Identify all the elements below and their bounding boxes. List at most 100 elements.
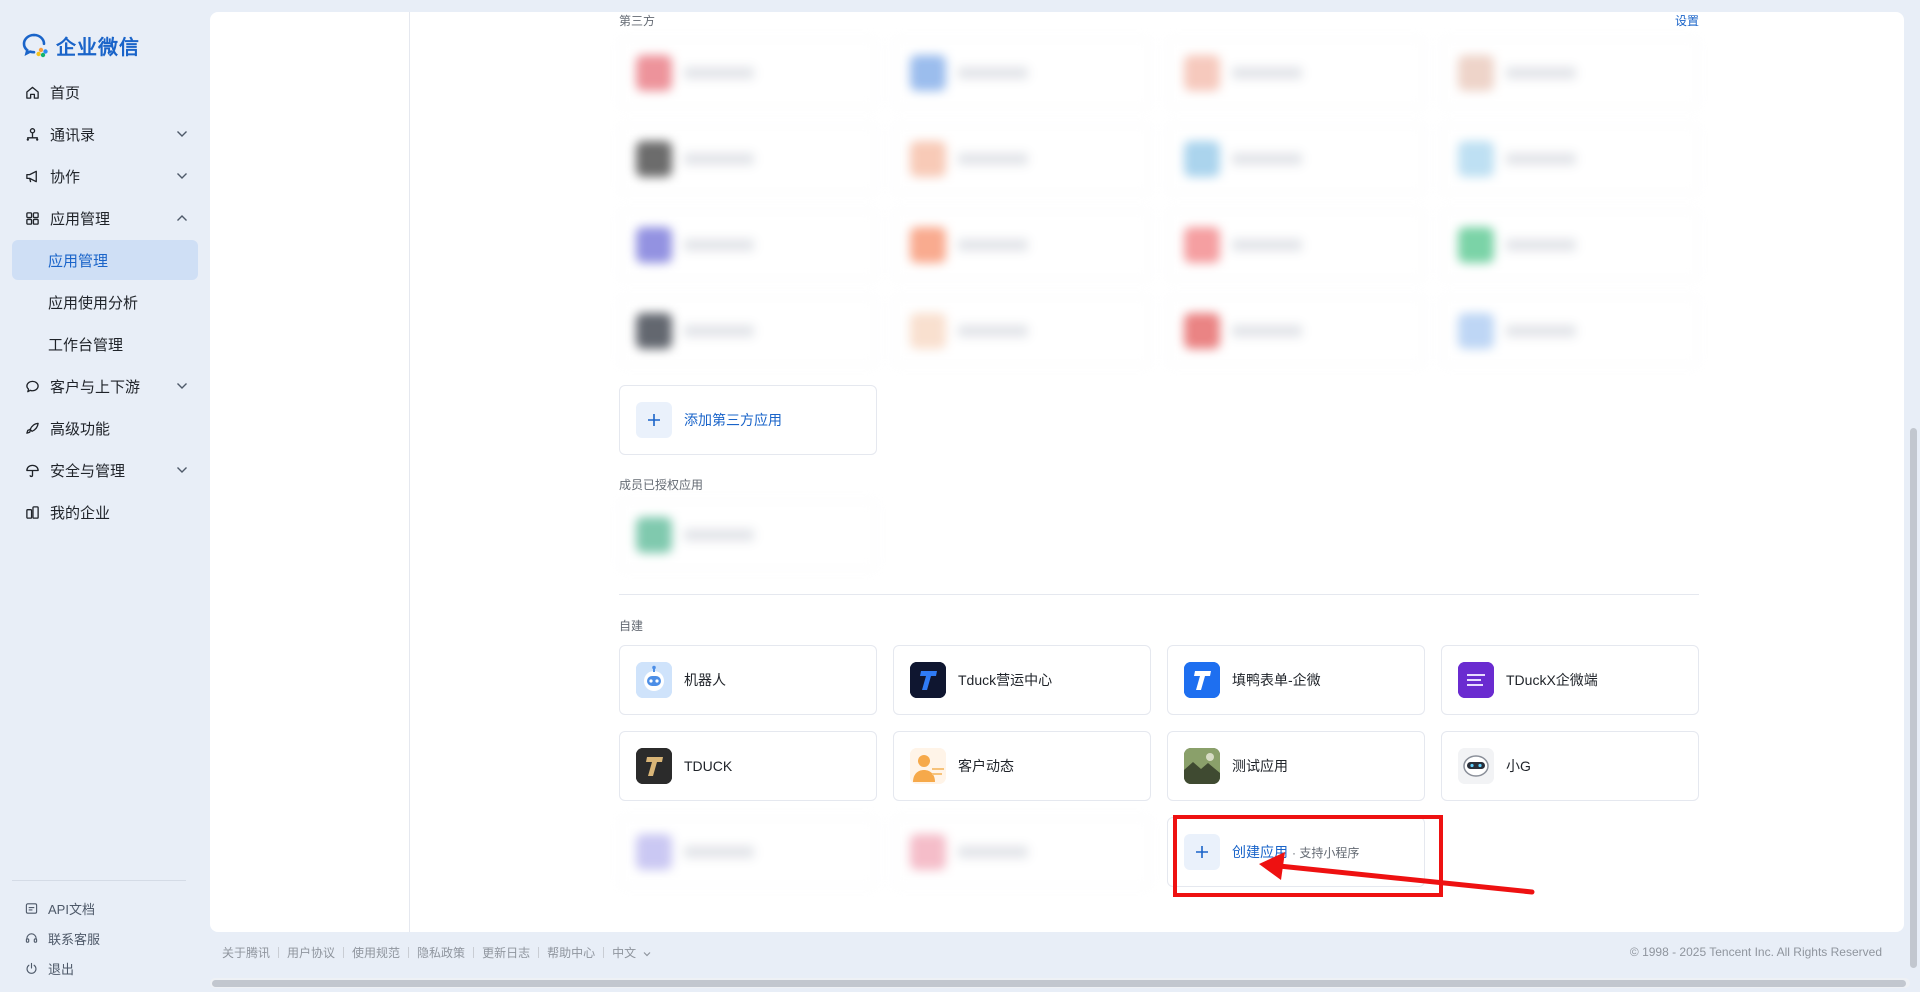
app-card-blurred[interactable] <box>893 124 1151 194</box>
app-card-blurred[interactable] <box>1167 124 1425 194</box>
app-card-blurred[interactable] <box>619 817 877 887</box>
sidebar-item-contacts[interactable]: 通讯录 <box>12 114 198 154</box>
contact-support-label: 联系客服 <box>48 931 101 947</box>
logout-link[interactable]: 退出 <box>12 953 186 983</box>
sidebar-item-customers[interactable]: 客户与上下游 <box>12 366 198 406</box>
app-card-tduck-form[interactable]: 填鸭表单-企微 <box>1167 645 1425 715</box>
section-title-self-built: 自建 <box>619 619 644 633</box>
sidebar-item-label: 高级功能 <box>50 420 111 438</box>
footer-link-user-agreement[interactable]: 用户协议 <box>287 944 335 961</box>
chevron-down-icon[interactable] <box>176 170 188 182</box>
sidebar-item-advanced[interactable]: 高级功能 <box>12 408 198 448</box>
footer-link-changelog[interactable]: 更新日志 <box>482 944 530 961</box>
vertical-scrollbar[interactable] <box>1908 0 1918 992</box>
caret-down-icon <box>644 951 651 956</box>
vertical-scrollbar-thumb[interactable] <box>1910 428 1917 968</box>
language-select[interactable]: 中文 <box>612 944 651 961</box>
app-card-tduck-operations[interactable]: Tduck营运中心 <box>893 645 1151 715</box>
app-card-blurred[interactable] <box>1441 296 1699 366</box>
sidebar-item-app-management[interactable]: 应用管理 <box>12 198 198 238</box>
plus-icon <box>636 402 672 438</box>
app-card-customer-activity[interactable]: 客户动态 <box>893 731 1151 801</box>
sidebar-subitem-workbench-management[interactable]: 工作台管理 <box>12 324 198 364</box>
chevron-down-icon[interactable] <box>176 128 188 140</box>
red-arrow-icon <box>1259 852 1535 895</box>
chevron-down-icon[interactable] <box>176 464 188 476</box>
sidebar-item-home[interactable]: 首页 <box>12 72 198 112</box>
blurred-app-name <box>1232 325 1302 337</box>
app-card-blurred[interactable] <box>893 210 1151 280</box>
app-card-xiao-g[interactable]: 小G <box>1441 731 1699 801</box>
sidebar-item-security[interactable]: 安全与管理 <box>12 450 198 490</box>
sidebar-item-collaboration[interactable]: 协作 <box>12 156 198 196</box>
blurred-app-icon <box>910 227 946 263</box>
api-docs-label: API文档 <box>48 901 95 917</box>
contact-support-link[interactable]: 联系客服 <box>12 923 186 953</box>
blurred-app-icon <box>910 141 946 177</box>
main-panel: 第三方 设置 添加第三方应用 成员已授权应用 自建 机器人 Tduck营运中心 … <box>210 12 1904 932</box>
app-card-tduck[interactable]: TDUCK <box>619 731 877 801</box>
app-card-blurred[interactable] <box>1167 210 1425 280</box>
sidebar-subitem-app-usage-analysis[interactable]: 应用使用分析 <box>12 282 198 322</box>
app-card-test-app[interactable]: 测试应用 <box>1167 731 1425 801</box>
chevron-up-icon[interactable] <box>176 212 188 224</box>
sidebar-item-my-enterprise[interactable]: 我的企业 <box>12 492 198 532</box>
blurred-app-icon <box>1458 313 1494 349</box>
add-third-party-app-button[interactable]: 添加第三方应用 <box>619 385 877 455</box>
horizontal-scrollbar-thumb[interactable] <box>212 980 1906 987</box>
secondary-column <box>210 12 410 932</box>
app-card-blurred[interactable] <box>619 500 877 570</box>
api-docs-link[interactable]: API文档 <box>12 893 186 923</box>
app-name: 机器人 <box>684 672 726 688</box>
chevron-down-icon[interactable] <box>176 380 188 392</box>
sidebar-item-label: 客户与上下游 <box>50 378 141 396</box>
settings-link[interactable]: 设置 <box>1675 12 1699 29</box>
blurred-app-icon <box>1184 227 1220 263</box>
footer-separator <box>603 946 605 958</box>
app-name: 小G <box>1506 758 1531 774</box>
horizontal-scrollbar[interactable] <box>210 978 1910 988</box>
app-card-blurred[interactable] <box>619 38 877 108</box>
power-icon <box>24 961 38 975</box>
app-card-tduckx[interactable]: TDuckX企微端 <box>1441 645 1699 715</box>
app-name: TDuckX企微端 <box>1506 672 1598 688</box>
sidebar-subitem-label: 工作台管理 <box>48 336 124 354</box>
footer-link-help[interactable]: 帮助中心 <box>547 944 595 961</box>
app-name: 测试应用 <box>1232 758 1288 774</box>
app-card-blurred[interactable] <box>619 210 877 280</box>
footer-link-about[interactable]: 关于腾讯 <box>222 944 270 961</box>
org-chart-icon <box>24 126 40 142</box>
app-card-blurred[interactable] <box>893 817 1151 887</box>
footer-separator <box>278 946 280 958</box>
app-card-blurred[interactable] <box>1441 210 1699 280</box>
blurred-app-name <box>684 529 754 541</box>
app-card-blurred[interactable] <box>1167 296 1425 366</box>
chat-bubble-icon <box>24 378 40 394</box>
blurred-app-name <box>684 846 754 858</box>
app-card-blurred[interactable] <box>1441 38 1699 108</box>
app-card-robot[interactable]: 机器人 <box>619 645 877 715</box>
blurred-app-name <box>684 153 754 165</box>
sidebar-subitem-label: 应用使用分析 <box>48 294 139 312</box>
app-card-blurred[interactable] <box>1441 124 1699 194</box>
grid-apps-icon <box>24 210 40 226</box>
sidebar-subitem-app-management[interactable]: 应用管理 <box>12 240 198 280</box>
footer-separator <box>408 946 410 958</box>
footer-link-usage-rules[interactable]: 使用规范 <box>352 944 400 961</box>
blurred-app-name <box>1506 239 1576 251</box>
blurred-app-name <box>1506 153 1576 165</box>
sidebar-item-label: 首页 <box>50 84 81 102</box>
blurred-app-icon <box>1458 227 1494 263</box>
app-card-blurred[interactable] <box>619 296 877 366</box>
app-card-blurred[interactable] <box>1167 38 1425 108</box>
app-card-blurred[interactable] <box>619 124 877 194</box>
footer-link-privacy[interactable]: 隐私政策 <box>417 944 465 961</box>
blurred-app-icon <box>1184 141 1220 177</box>
tduck-t-icon <box>910 662 946 698</box>
section-title-third-party: 第三方 <box>619 14 656 28</box>
brand-logo[interactable]: 企业微信 <box>22 30 140 60</box>
app-card-blurred[interactable] <box>893 296 1151 366</box>
app-list-content: 第三方 设置 添加第三方应用 成员已授权应用 自建 机器人 Tduck营运中心 … <box>619 12 1699 932</box>
blurred-app-name <box>1232 239 1302 251</box>
app-card-blurred[interactable] <box>893 38 1151 108</box>
